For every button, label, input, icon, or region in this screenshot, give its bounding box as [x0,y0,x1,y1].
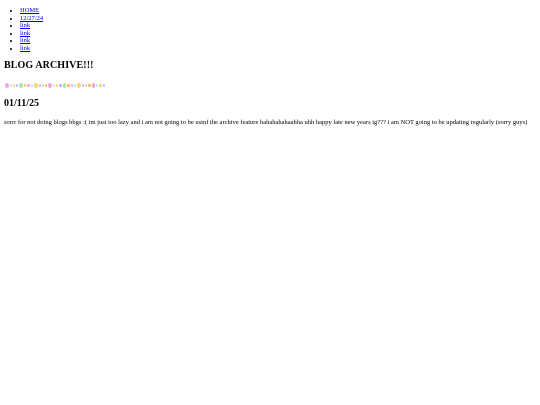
divider-dot [24,83,27,87]
nav-list: HOME 12/27/24 link link link link [11,7,43,53]
nav-item-link-4: link [20,45,43,53]
divider-dot [91,82,96,88]
page: HOME 12/27/24 link link link link BLOG A… [0,0,540,405]
divider-dot [12,83,16,87]
divider-dot [33,82,38,88]
divider-dot [96,83,99,87]
divider-dot [5,82,9,88]
nav-link-1[interactable]: link [20,22,30,29]
nav-item-home: HOME [20,7,43,15]
nav-link-date[interactable]: 12/27/24 [20,15,43,22]
divider-dot [81,83,85,87]
post-date: 01/11/25 [4,98,40,109]
post-text: sorrr for not doing blogs bbgs :( im jus… [4,119,528,126]
nav-link-2[interactable]: link [20,30,30,37]
nav-item-link-2: link [20,30,43,38]
divider-dot [102,83,105,87]
nav-item-link-1: link [20,22,43,30]
divider-dot [27,83,30,87]
nav-link-home[interactable]: HOME [20,7,39,14]
divider-dot [9,83,12,87]
divider-dot [99,83,102,87]
divider-dot [38,83,41,87]
divider-dot [19,82,24,88]
nav-item-link-3: link [20,37,43,45]
divider-dot [73,83,77,87]
divider-dot [45,83,48,87]
divider-dot [41,83,45,87]
divider-dot [30,83,33,87]
divider-dot [48,82,52,88]
divider-dot [77,82,81,88]
divider-dot [52,83,56,87]
divider-dot [16,83,19,87]
divider-dot [70,83,73,87]
divider-art [5,81,105,89]
divider-dot [59,83,62,87]
divider-dot [85,83,88,87]
divider-dot [62,82,67,88]
divider-dot [88,83,91,87]
divider-dot [67,83,70,87]
nav-link-3[interactable]: link [20,37,30,44]
divider-dot [56,83,59,87]
nav-item-date: 12/27/24 [20,15,43,23]
page-title: BLOG ARCHIVE!!! [4,60,94,71]
nav-link-4[interactable]: link [20,45,30,52]
